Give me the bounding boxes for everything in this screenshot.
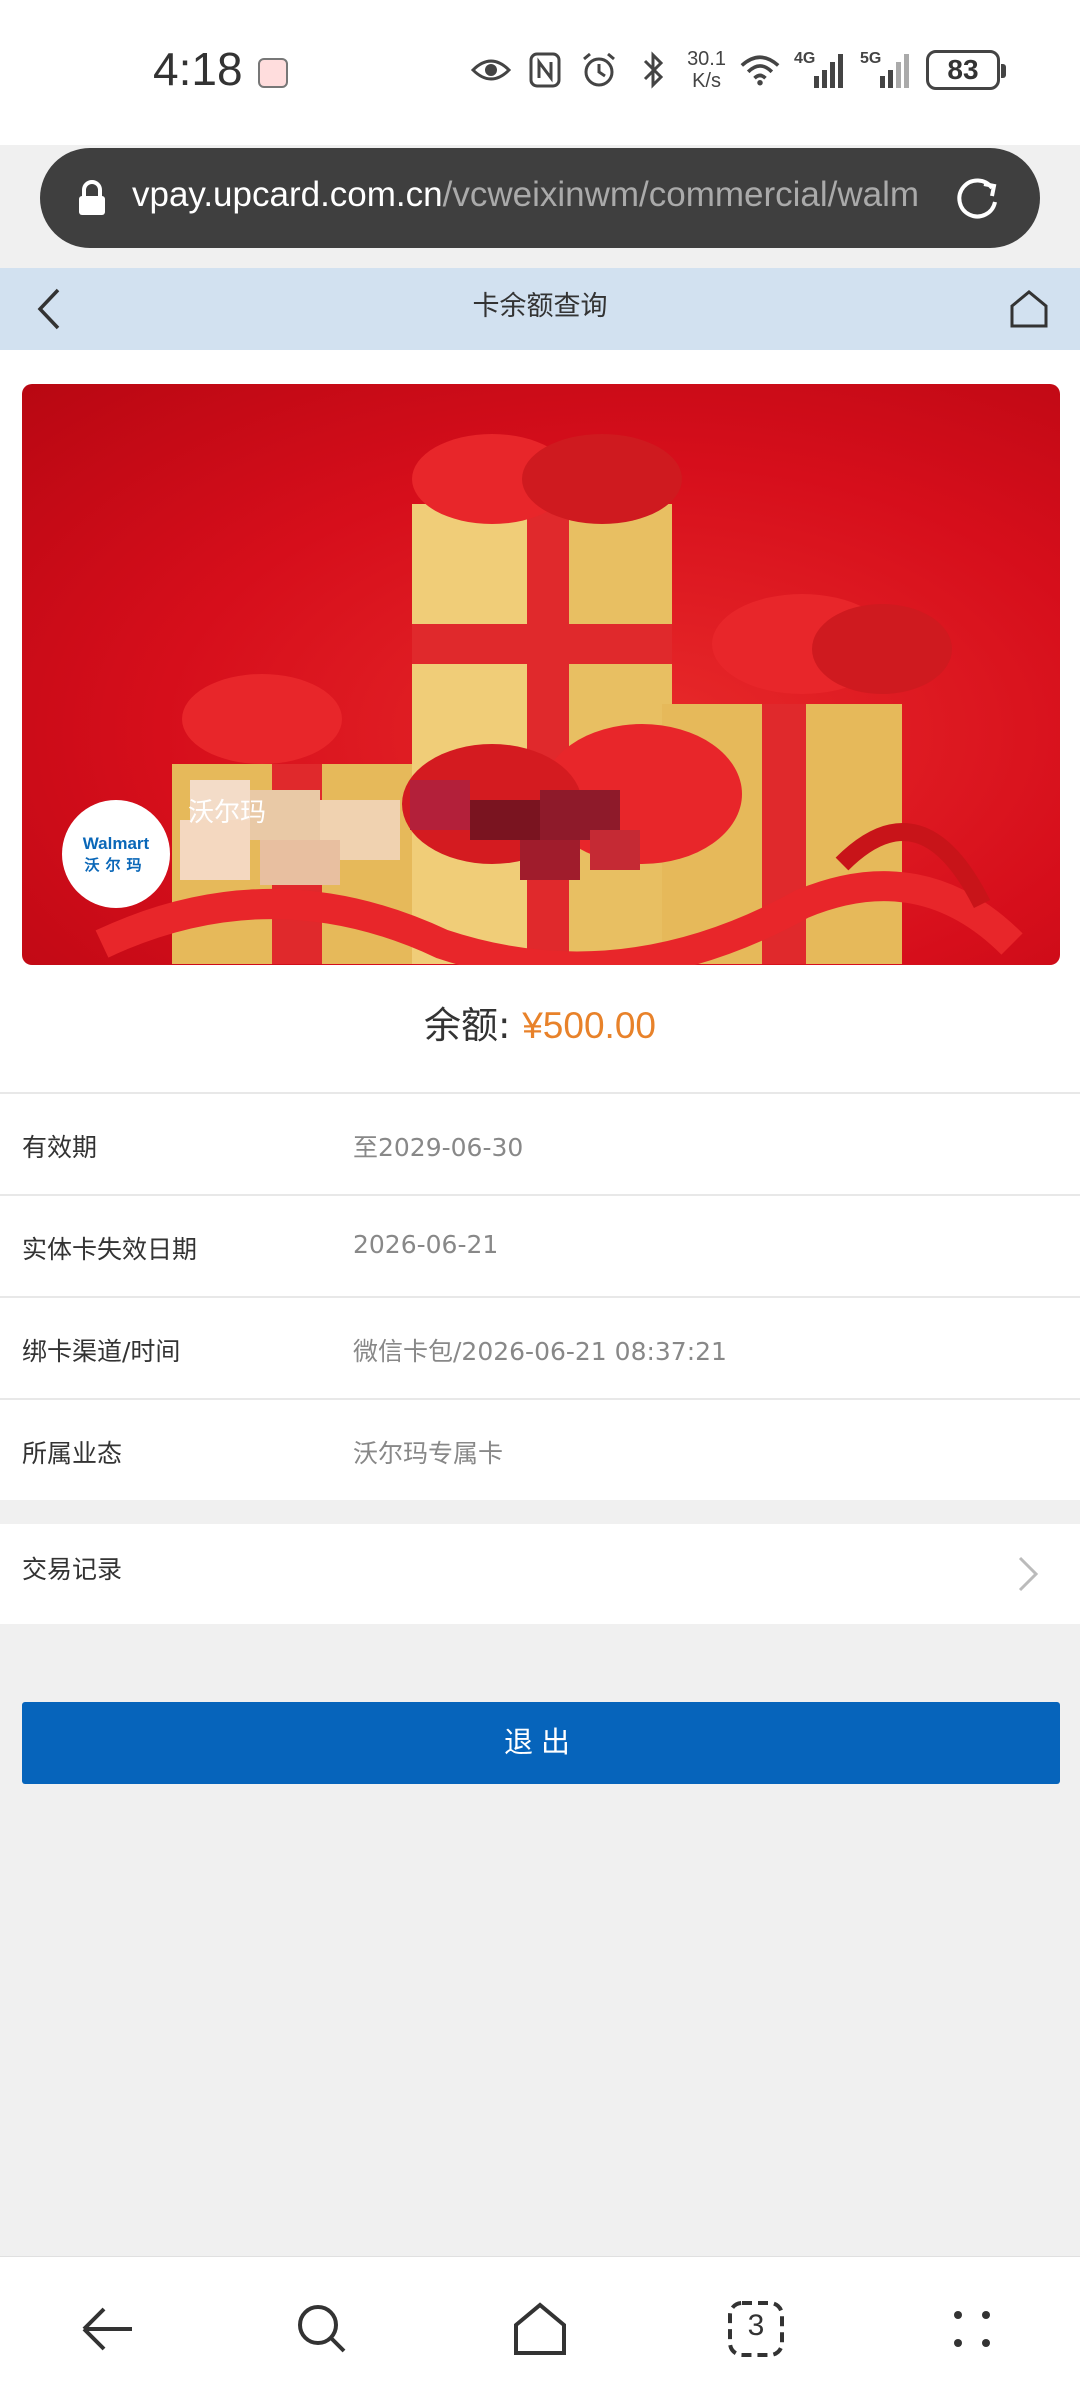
net-5g-label: 5G (860, 50, 882, 67)
signal-5g-icon: 5G (860, 50, 912, 90)
detail-value: 沃尔玛专属卡 (353, 1439, 504, 1468)
logo-en-text: Walmart (82, 833, 150, 853)
menu-icon[interactable] (940, 2297, 1004, 2361)
status-time: 4:18 (153, 43, 243, 95)
balance-value: ¥500.00 (522, 1005, 656, 1046)
detail-row-binding: 绑卡渠道/时间 微信卡包/2026-06-21 08:37:21 (0, 1296, 1080, 1398)
url-host: vpay.upcard.com.cn (132, 175, 443, 214)
address-bar[interactable]: vpay.upcard.com.cn/vcweixinwm/commercial… (40, 148, 1040, 248)
logo-cn-text: 沃尔玛 (84, 856, 148, 874)
detail-label: 有效期 (22, 1133, 98, 1162)
detail-value: 至2029-06-30 (353, 1133, 524, 1162)
app-notification-icon (258, 58, 288, 88)
battery-indicator: 83 (926, 50, 1006, 90)
signal-4g-icon: 4G (794, 50, 846, 90)
bluetooth-icon (633, 50, 673, 90)
home-nav-icon[interactable] (508, 2297, 572, 2361)
status-bar: 4:18 30.1 K/s 4G 5G 83 (0, 0, 1080, 145)
detail-label: 绑卡渠道/时间 (22, 1337, 181, 1366)
lock-icon (76, 180, 108, 216)
section-divider (0, 1502, 1080, 1524)
balance-label: 余额: (424, 1004, 511, 1047)
chevron-right-icon (1016, 1554, 1042, 1594)
balance-row: 余额: ¥500.00 (0, 995, 1080, 1049)
detail-row-business: 所属业态 沃尔玛专属卡 (0, 1398, 1080, 1500)
back-arrow-icon[interactable] (76, 2297, 140, 2361)
status-icons: 30.1 K/s 4G 5G 83 (471, 48, 1006, 92)
logout-button[interactable]: 退出 (22, 1702, 1060, 1784)
speed-value: 30.1 (687, 48, 726, 70)
net-4g-label: 4G (794, 50, 816, 67)
url-text[interactable]: vpay.upcard.com.cn/vcweixinwm/commercial… (132, 175, 962, 215)
detail-value: 2026-06-21 (353, 1230, 499, 1259)
speed-unit: K/s (692, 70, 721, 92)
wifi-icon (740, 50, 780, 90)
tabs-icon[interactable]: 3 (724, 2297, 788, 2361)
card-name: 沃尔玛 (188, 798, 267, 828)
reload-icon[interactable] (952, 174, 1002, 224)
detail-label: 实体卡失效日期 (22, 1235, 198, 1264)
detail-value: 微信卡包/2026-06-21 08:37:21 (353, 1337, 727, 1366)
network-speed: 30.1 K/s (687, 48, 726, 92)
eye-icon (471, 50, 512, 90)
detail-label: 所属业态 (22, 1439, 123, 1468)
nfc-icon (525, 50, 565, 90)
transaction-records-label: 交易记录 (22, 1555, 123, 1584)
browser-bottom-nav: 3 (0, 2256, 1080, 2400)
page-title: 卡余额查询 (472, 291, 608, 322)
detail-row-physical-expiry: 实体卡失效日期 2026-06-21 (0, 1194, 1080, 1296)
search-icon[interactable] (290, 2297, 354, 2361)
transaction-records-row[interactable]: 交易记录 (0, 1524, 1080, 1624)
tab-count: 3 (747, 2309, 765, 2342)
alarm-icon (579, 50, 619, 90)
url-path: /vcweixinwm/commercial/walm (442, 175, 920, 214)
detail-row-expiry: 有效期 至2029-06-30 (0, 1092, 1080, 1194)
walmart-logo: Walmart 沃尔玛 (62, 800, 170, 908)
